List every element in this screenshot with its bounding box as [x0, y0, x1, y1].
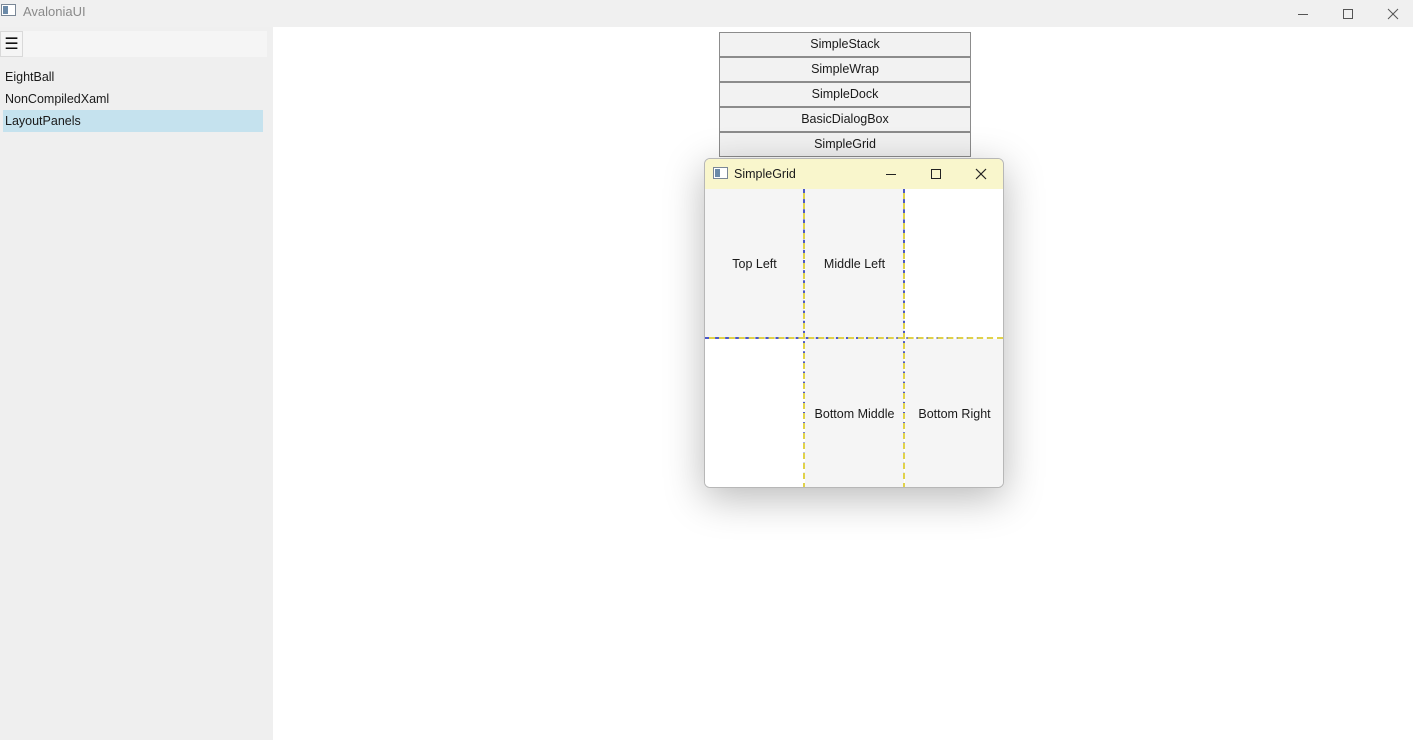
maximize-icon	[930, 169, 941, 179]
grid-row-divider	[705, 337, 1003, 339]
cell-bottom-left-empty	[705, 339, 804, 487]
minimize-icon	[1298, 13, 1308, 15]
cell-label: Bottom Right	[918, 407, 991, 421]
simplegrid-dialog: SimpleGrid Top Left Middle Left Bottom M…	[704, 158, 1004, 488]
simple-grid: Top Left Middle Left Bottom Middle Botto…	[705, 189, 1003, 487]
cell-label: Bottom Middle	[814, 407, 895, 421]
dialog-maximize-button[interactable]	[913, 159, 958, 189]
simplegrid-button[interactable]: SimpleGrid	[719, 132, 971, 157]
cell-top-left: Top Left	[705, 189, 804, 339]
nav-item-noncompiledxaml[interactable]: NonCompiledXaml	[3, 88, 263, 110]
close-icon	[975, 168, 986, 180]
minimize-icon	[885, 174, 896, 175]
hamburger-menu-button[interactable]: ☰	[0, 31, 23, 57]
pane-header	[23, 31, 267, 57]
title-bar: AvaloniaUI	[0, 0, 1413, 27]
cell-middle-left: Middle Left	[805, 189, 904, 339]
maximize-icon	[1343, 8, 1353, 19]
main-window: AvaloniaUI ☰ EightBall NonCompiledXaml L…	[0, 0, 1413, 740]
simpledock-button[interactable]: SimpleDock	[719, 82, 971, 107]
dialog-close-button[interactable]	[958, 159, 1003, 189]
dialog-title-bar[interactable]: SimpleGrid	[705, 159, 1003, 189]
minimize-button[interactable]	[1280, 0, 1326, 27]
dialog-minimize-button[interactable]	[868, 159, 913, 189]
dialog-title: SimpleGrid	[734, 167, 796, 181]
close-button[interactable]	[1370, 0, 1413, 27]
cell-bottom-middle: Bottom Middle	[805, 339, 904, 487]
cell-label: Top Left	[732, 257, 777, 271]
nav-item-layoutpanels[interactable]: LayoutPanels	[3, 110, 263, 132]
layout-button-stack: SimpleStack SimpleWrap SimpleDock BasicD…	[719, 32, 971, 157]
hamburger-icon: ☰	[4, 36, 19, 53]
nav-list: EightBall NonCompiledXaml LayoutPanels	[3, 66, 263, 132]
sidebar: ☰ EightBall NonCompiledXaml LayoutPanels	[0, 27, 273, 740]
cell-top-right-empty	[905, 189, 1003, 339]
simplewrap-button[interactable]: SimpleWrap	[719, 57, 971, 82]
nav-item-eightball[interactable]: EightBall	[3, 66, 263, 88]
cell-label: Middle Left	[823, 257, 886, 271]
close-icon	[1387, 8, 1399, 19]
simplestack-button[interactable]: SimpleStack	[719, 32, 971, 57]
app-title: AvaloniaUI	[23, 4, 86, 19]
app-icon	[1, 4, 16, 16]
dialog-app-icon	[713, 167, 728, 179]
maximize-button[interactable]	[1325, 0, 1371, 27]
cell-bottom-right: Bottom Right	[905, 339, 1003, 487]
basicdialogbox-button[interactable]: BasicDialogBox	[719, 107, 971, 132]
